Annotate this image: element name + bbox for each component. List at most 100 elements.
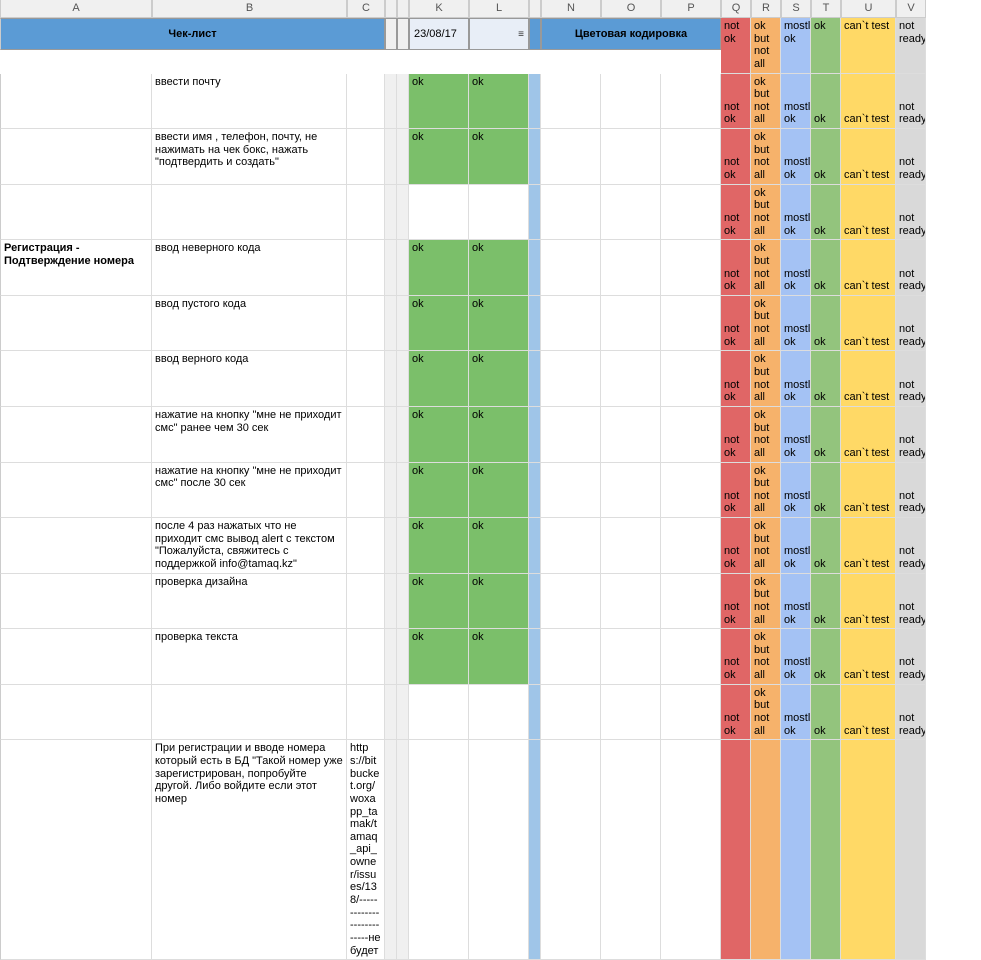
header-date[interactable]: 23/08/17 — [409, 18, 469, 50]
cell-L-10[interactable]: ok — [469, 629, 529, 685]
cell-B-4[interactable]: ввод пустого кода — [152, 296, 347, 352]
cell-Q-0[interactable]: not ok — [721, 74, 751, 130]
cell-L-9[interactable]: ok — [469, 574, 529, 630]
cell-T-8[interactable]: ok — [811, 518, 841, 574]
cell-T-10[interactable]: ok — [811, 629, 841, 685]
cell-S-10[interactable]: mostly ok — [781, 629, 811, 685]
col-header-V[interactable]: V — [896, 0, 926, 18]
col-group-collapse-right[interactable] — [397, 0, 409, 18]
cell-R-1[interactable]: ok but not all — [751, 129, 781, 185]
cell-K-3[interactable]: ok — [409, 240, 469, 296]
cell-O-10[interactable] — [601, 629, 661, 685]
cell-S-1[interactable]: mostly ok — [781, 129, 811, 185]
cell-V-1[interactable]: not ready — [896, 129, 926, 185]
cell-V-3[interactable]: not ready — [896, 240, 926, 296]
cell-N-4[interactable] — [541, 296, 601, 352]
cell-A-12[interactable] — [0, 740, 152, 960]
cell-K-2[interactable] — [409, 185, 469, 241]
cell-R-10[interactable]: ok but not all — [751, 629, 781, 685]
cell-B-10[interactable]: проверка текста — [152, 629, 347, 685]
cell-B-7[interactable]: нажатие на кнопку "мне не приходит смс" … — [152, 463, 347, 519]
cell-P-6[interactable] — [661, 407, 721, 463]
cell-B-6[interactable]: нажатие на кнопку "мне не приходит смс" … — [152, 407, 347, 463]
cell-V-2[interactable]: not ready — [896, 185, 926, 241]
cell-L-1[interactable]: ok — [469, 129, 529, 185]
cell-N-10[interactable] — [541, 629, 601, 685]
cell-B-11[interactable] — [152, 685, 347, 741]
cell-K-11[interactable] — [409, 685, 469, 741]
cell-O-12[interactable] — [601, 740, 661, 960]
cell-C-10[interactable] — [347, 629, 385, 685]
cell-U-4[interactable]: can`t test — [841, 296, 896, 352]
cell-C-1[interactable] — [347, 129, 385, 185]
cell-A-3[interactable]: Регистрация - Подтверждение номера — [0, 240, 152, 296]
cell-C-11[interactable] — [347, 685, 385, 741]
cell-Q-9[interactable]: not ok — [721, 574, 751, 630]
cell-R-9[interactable]: ok but not all — [751, 574, 781, 630]
cell-S-7[interactable]: mostly ok — [781, 463, 811, 519]
cell-P-4[interactable] — [661, 296, 721, 352]
cell-S-3[interactable]: mostly ok — [781, 240, 811, 296]
cell-R-4[interactable]: ok but not all — [751, 296, 781, 352]
cell-U-12[interactable] — [841, 740, 896, 960]
cell-Q-12[interactable] — [721, 740, 751, 960]
cell-L-12[interactable] — [469, 740, 529, 960]
cell-P-3[interactable] — [661, 240, 721, 296]
cell-N-9[interactable] — [541, 574, 601, 630]
cell-B-3[interactable]: ввод неверного кода — [152, 240, 347, 296]
cell-K-6[interactable]: ok — [409, 407, 469, 463]
cell-O-4[interactable] — [601, 296, 661, 352]
cell-C-4[interactable] — [347, 296, 385, 352]
cell-O-9[interactable] — [601, 574, 661, 630]
cell-L-3[interactable]: ok — [469, 240, 529, 296]
col-header-B[interactable]: B — [152, 0, 347, 18]
cell-V-9[interactable]: not ready — [896, 574, 926, 630]
cell-O-0[interactable] — [601, 74, 661, 130]
cell-C-12[interactable]: https://bitbucket.org/woxapp_tamak/tamaq… — [347, 740, 385, 960]
col-header-M[interactable] — [529, 0, 541, 18]
cell-K-1[interactable]: ok — [409, 129, 469, 185]
cell-S-12[interactable] — [781, 740, 811, 960]
cell-O-6[interactable] — [601, 407, 661, 463]
cell-L-7[interactable]: ok — [469, 463, 529, 519]
cell-Q-11[interactable]: not ok — [721, 685, 751, 741]
cell-A-10[interactable] — [0, 629, 152, 685]
cell-A-5[interactable] — [0, 351, 152, 407]
cell-K-10[interactable]: ok — [409, 629, 469, 685]
cell-C-2[interactable] — [347, 185, 385, 241]
cell-O-5[interactable] — [601, 351, 661, 407]
cell-R-0[interactable]: ok but not all — [751, 74, 781, 130]
cell-R-6[interactable]: ok but not all — [751, 407, 781, 463]
cell-C-5[interactable] — [347, 351, 385, 407]
cell-S-2[interactable]: mostly ok — [781, 185, 811, 241]
cell-Q-10[interactable]: not ok — [721, 629, 751, 685]
cell-S-5[interactable]: mostly ok — [781, 351, 811, 407]
cell-B-9[interactable]: проверка дизайна — [152, 574, 347, 630]
cell-K-7[interactable]: ok — [409, 463, 469, 519]
cell-N-3[interactable] — [541, 240, 601, 296]
cell-R-12[interactable] — [751, 740, 781, 960]
cell-K-4[interactable]: ok — [409, 296, 469, 352]
cell-S-11[interactable]: mostly ok — [781, 685, 811, 741]
cell-L-11[interactable] — [469, 685, 529, 741]
cell-R-5[interactable]: ok but not all — [751, 351, 781, 407]
cell-O-11[interactable] — [601, 685, 661, 741]
cell-C-9[interactable] — [347, 574, 385, 630]
col-header-S[interactable]: S — [781, 0, 811, 18]
cell-T-0[interactable]: ok — [811, 74, 841, 130]
cell-P-12[interactable] — [661, 740, 721, 960]
cell-V-10[interactable]: not ready — [896, 629, 926, 685]
cell-R-2[interactable]: ok but not all — [751, 185, 781, 241]
col-header-O[interactable]: O — [601, 0, 661, 18]
cell-L-6[interactable]: ok — [469, 407, 529, 463]
cell-U-11[interactable]: can`t test — [841, 685, 896, 741]
cell-Q-6[interactable]: not ok — [721, 407, 751, 463]
cell-K-0[interactable]: ok — [409, 74, 469, 130]
cell-T-11[interactable]: ok — [811, 685, 841, 741]
cell-C-7[interactable] — [347, 463, 385, 519]
cell-O-2[interactable] — [601, 185, 661, 241]
cell-U-5[interactable]: can`t test — [841, 351, 896, 407]
cell-V-5[interactable]: not ready — [896, 351, 926, 407]
cell-N-7[interactable] — [541, 463, 601, 519]
spreadsheet-grid[interactable]: A B C K L N O P Q R S T U V Чек-лист 23/… — [0, 0, 981, 960]
